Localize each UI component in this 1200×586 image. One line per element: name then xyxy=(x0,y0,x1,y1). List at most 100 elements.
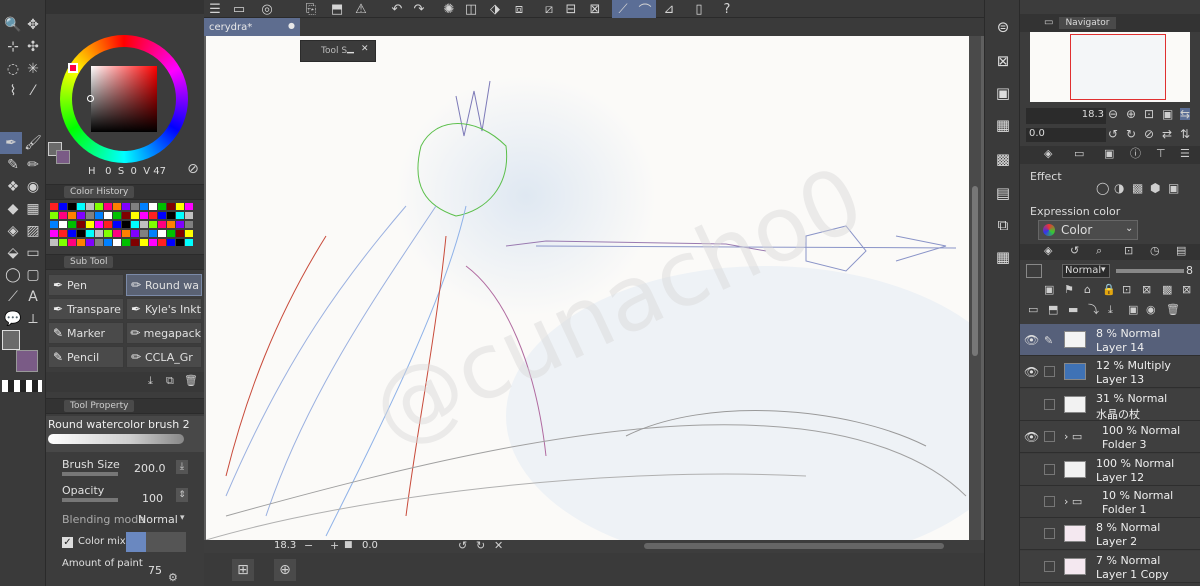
history-swatch[interactable] xyxy=(50,239,58,246)
rotate-right-icon[interactable]: ↻ xyxy=(476,540,485,551)
transparent-color-swatch[interactable] xyxy=(2,380,42,392)
list-icon[interactable]: ☰ xyxy=(1180,148,1190,159)
canvas[interactable]: @cunacho0 xyxy=(206,36,971,540)
effect-color-icon[interactable]: ⬢ xyxy=(1150,182,1160,194)
mix-mode-1-icon[interactable] xyxy=(126,532,146,552)
layer-select-checkbox[interactable] xyxy=(1044,496,1055,507)
frame-icon[interactable]: ▭ xyxy=(22,242,44,264)
subtool-item[interactable]: ✏ Round wa xyxy=(126,274,202,296)
pen-icon[interactable]: ✒ xyxy=(0,132,22,154)
history-swatch[interactable] xyxy=(158,239,166,246)
camera-icon[interactable]: ▣ xyxy=(989,80,1017,106)
balloon-icon[interactable]: 💬 xyxy=(2,308,24,330)
history-swatch[interactable] xyxy=(104,203,112,210)
layer-tab-icon[interactable]: ◈ xyxy=(1044,245,1052,256)
image-icon[interactable]: ▣ xyxy=(1104,148,1114,159)
history-swatch[interactable] xyxy=(50,212,58,219)
lasso-icon[interactable]: ◌ xyxy=(2,58,24,80)
loading-icon[interactable]: ✺ xyxy=(438,0,460,18)
history-swatch[interactable] xyxy=(122,221,130,228)
opacity-slider[interactable] xyxy=(62,498,118,502)
history-swatch[interactable] xyxy=(131,203,139,210)
nav-flip-h-icon[interactable]: ⇄ xyxy=(1162,128,1172,140)
ruler-snap-icon[interactable]: ⊟ xyxy=(560,0,582,18)
text-icon[interactable]: A xyxy=(22,286,44,308)
nav-rot-right-icon[interactable]: ↻ xyxy=(1126,128,1136,140)
layer-select-checkbox[interactable] xyxy=(1044,398,1055,410)
history-swatch[interactable] xyxy=(86,212,94,219)
history-swatch[interactable] xyxy=(50,221,58,228)
history-swatch[interactable] xyxy=(86,203,94,210)
edit-pen-icon[interactable]: ✎ xyxy=(1044,334,1055,347)
history-swatch[interactable] xyxy=(95,230,103,237)
history-swatch[interactable] xyxy=(185,230,193,237)
crosshair-icon[interactable]: ⊕ xyxy=(274,559,296,581)
rect-icon[interactable]: ▢ xyxy=(22,264,44,286)
nav-flip-v-icon[interactable]: ⇅ xyxy=(1180,128,1190,140)
history-swatch[interactable] xyxy=(131,212,139,219)
layer-select-checkbox[interactable] xyxy=(1044,560,1055,572)
history-swatch[interactable] xyxy=(68,221,76,228)
sub-view-icon[interactable]: ⊠ xyxy=(989,48,1017,74)
brush-size-slider[interactable] xyxy=(62,472,118,476)
color-mode-icon[interactable]: ⊘ xyxy=(186,162,200,176)
history-swatch[interactable] xyxy=(131,239,139,246)
canvas-area[interactable]: @cunacho0 xyxy=(204,36,984,540)
history-swatch[interactable] xyxy=(68,212,76,219)
main-color-swatch[interactable] xyxy=(2,330,20,350)
color-wheel[interactable] xyxy=(60,35,188,163)
history-swatch[interactable] xyxy=(158,230,166,237)
history-swatch[interactable] xyxy=(176,239,184,246)
history-swatch[interactable] xyxy=(113,212,121,219)
history-swatch[interactable] xyxy=(95,239,103,246)
history-swatch[interactable] xyxy=(113,203,121,210)
snap-special-icon[interactable]: ⌒ xyxy=(634,0,656,19)
selection-pen-icon[interactable]: ⌇ xyxy=(2,80,24,102)
folder-icon[interactable]: › ▭ xyxy=(1064,495,1082,508)
color-mixing-checkbox[interactable]: ✓ xyxy=(62,537,73,548)
amount-value[interactable]: 75 xyxy=(148,564,162,577)
apply-mask-icon[interactable]: ◉ xyxy=(1146,304,1156,315)
nav-rot-reset-icon[interactable]: ⊘ xyxy=(1144,128,1154,140)
subtool-item[interactable]: ✒ Pen xyxy=(48,274,124,296)
subtool-item[interactable]: ✏ CCLA_Gr xyxy=(126,346,202,368)
layer-select-checkbox[interactable] xyxy=(1044,528,1055,540)
zoom-in-icon[interactable]: + xyxy=(330,540,339,551)
layer-row[interactable]: 👁 › ▭ 100 % Normal Folder 3 xyxy=(1020,421,1200,454)
history-swatch[interactable] xyxy=(140,212,148,219)
color-history-tab[interactable]: Color History xyxy=(64,186,135,198)
ruler-icon[interactable]: ⟂ xyxy=(22,308,44,330)
history-swatch[interactable] xyxy=(122,239,130,246)
subtool-item[interactable]: ✏ megapack xyxy=(126,322,202,344)
layer-select-checkbox[interactable] xyxy=(1044,431,1055,443)
history-swatch[interactable] xyxy=(77,221,85,228)
new-icon[interactable]: ▭ xyxy=(228,0,250,18)
lock-alpha-icon[interactable]: ⊡ xyxy=(1122,284,1131,295)
mask-add-icon[interactable]: ▣ xyxy=(1128,304,1138,315)
zoom-value[interactable]: 18.3 xyxy=(274,540,296,551)
navigator-zoom-box[interactable]: 18.3 xyxy=(1026,108,1106,124)
history-swatch[interactable] xyxy=(77,212,85,219)
visibility-icon[interactable]: 👁 xyxy=(1024,333,1039,347)
opacity-spinner-icon[interactable]: ⇕ xyxy=(176,488,188,502)
nav-zoom-in-icon[interactable]: ⊕ xyxy=(1126,108,1136,120)
timeline-icon[interactable]: ◷ xyxy=(1150,245,1160,256)
ruler-off-icon[interactable]: ⧄ xyxy=(538,0,560,18)
history-swatch[interactable] xyxy=(68,239,76,246)
horizontal-scrollbar[interactable] xyxy=(644,543,944,549)
history-swatch[interactable] xyxy=(122,203,130,210)
effect-texture-icon[interactable]: ▩ xyxy=(1132,182,1143,194)
navigator-rotation-box[interactable]: 0.0 xyxy=(1026,128,1106,142)
layer-select-checkbox[interactable] xyxy=(1044,366,1055,378)
visibility-icon[interactable]: 👁 xyxy=(1024,430,1039,444)
history-swatch[interactable] xyxy=(104,221,112,228)
close-icon[interactable]: ✕ xyxy=(361,44,369,54)
history-swatch[interactable] xyxy=(50,203,58,210)
history-swatch[interactable] xyxy=(77,239,85,246)
history-swatch[interactable] xyxy=(140,239,148,246)
history-tab-icon[interactable]: ↺ xyxy=(1070,245,1079,256)
line-icon[interactable]: ⟋ xyxy=(2,286,24,308)
history-swatch[interactable] xyxy=(131,221,139,228)
history-swatch[interactable] xyxy=(149,212,157,219)
folder-icon[interactable]: › ▭ xyxy=(1064,430,1082,443)
